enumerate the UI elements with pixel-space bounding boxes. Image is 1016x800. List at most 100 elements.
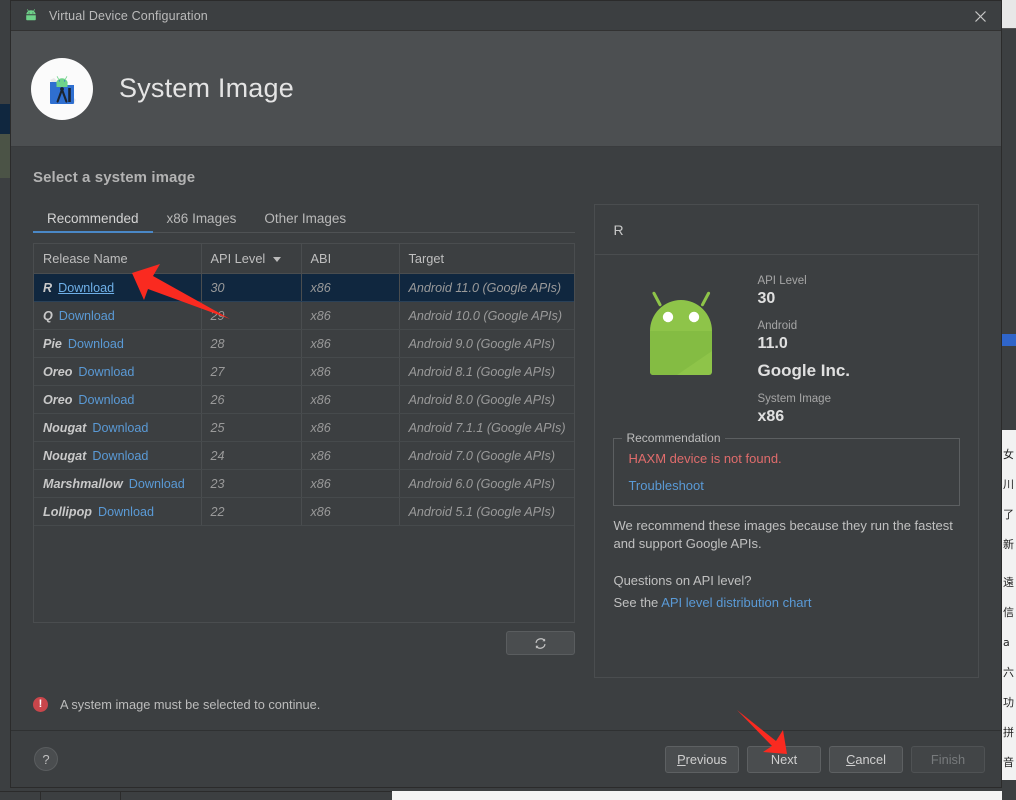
- spec-value-android: 11.0: [757, 335, 788, 352]
- details-heading: R: [595, 205, 978, 255]
- bg-strip: [0, 104, 10, 134]
- see-the-prefix: See the: [613, 595, 662, 610]
- spec-value-system-image: x86: [757, 408, 785, 425]
- dialog-header: System Image: [11, 31, 1001, 147]
- column-header-target[interactable]: Target: [399, 244, 575, 274]
- bg-cell-divider: [40, 791, 42, 800]
- cell-abi: x86: [301, 357, 400, 386]
- cancel-button[interactable]: Cancel: [829, 745, 903, 773]
- image-tabs: Recommended x86 Images Other Images: [33, 204, 576, 233]
- image-details-column: R API Level 30 Android 11.0 Google Inc. …: [594, 204, 979, 678]
- cell-target: Android 7.0 (Google APIs): [399, 441, 575, 470]
- cell-abi: x86: [301, 329, 400, 358]
- previous-mnemonic: P: [677, 751, 686, 767]
- previous-button[interactable]: Previous: [665, 745, 739, 773]
- download-link-row-5[interactable]: Download: [78, 393, 134, 407]
- bg-strip: [0, 134, 10, 178]
- finish-label: Finish: [930, 751, 966, 767]
- download-link-row-6[interactable]: Download: [92, 421, 148, 435]
- column-header-abi[interactable]: ABI: [301, 244, 400, 274]
- download-link-row-1[interactable]: Download: [58, 281, 114, 295]
- cell-release-name: Pie Download: [34, 329, 202, 358]
- download-link-row-2[interactable]: Download: [59, 309, 115, 323]
- cell-release-name: Oreo Download: [34, 357, 202, 386]
- bg-cell-divider: [120, 791, 122, 800]
- download-link-row-4[interactable]: Download: [78, 365, 134, 379]
- table-row[interactable]: Oreo Download 26 x86 Android 8.0 (Google …: [34, 385, 575, 414]
- spec-label-android: Android: [757, 320, 798, 332]
- tab-x86-images[interactable]: x86 Images: [153, 211, 251, 232]
- cancel-mnemonic: C: [846, 751, 856, 767]
- system-image-table[interactable]: Release Name API Level ABI Target R Down…: [33, 243, 576, 623]
- download-link-row-7[interactable]: Download: [92, 449, 148, 463]
- bg-strip: [0, 0, 10, 70]
- help-button[interactable]: ?: [34, 747, 58, 771]
- background-bottom-dark: [0, 791, 392, 800]
- cell-target: Android 9.0 (Google APIs): [399, 329, 575, 358]
- close-icon[interactable]: [969, 5, 991, 27]
- column-header-api-level-label: API Level: [210, 251, 266, 266]
- download-link-row-9[interactable]: Download: [98, 505, 154, 519]
- table-row[interactable]: R Download 30 x86 Android 11.0 (Google AP…: [34, 273, 575, 302]
- table-row[interactable]: Nougat Download 25 x86 Android 7.1.1 (Goo…: [34, 413, 575, 442]
- release-name-label: Nougat: [43, 420, 87, 435]
- background-bottom-doc: [392, 791, 1002, 800]
- release-name-label: Q: [43, 308, 53, 323]
- table-row[interactable]: Marshmallow Download 23 x86 Android 6.0 (…: [34, 469, 575, 498]
- cancel-label: ancel: [855, 751, 886, 767]
- content-area: Recommended x86 Images Other Images Rele…: [33, 204, 979, 678]
- cell-release-name: Marshmallow Download: [34, 469, 202, 498]
- cell-api-level: 26: [201, 385, 302, 414]
- tab-other-images[interactable]: Other Images: [250, 211, 360, 232]
- cell-release-name: Lollipop Download: [34, 497, 202, 526]
- table-row[interactable]: Pie Download 28 x86 Android 9.0 (Google A…: [34, 329, 575, 358]
- download-link-row-8[interactable]: Download: [129, 477, 185, 491]
- release-name-label: Oreo: [43, 364, 73, 379]
- table-row[interactable]: Nougat Download 24 x86 Android 7.0 (Googl…: [34, 441, 575, 470]
- troubleshoot-link[interactable]: Troubleshoot: [628, 478, 945, 493]
- download-link-row-3[interactable]: Download: [68, 337, 124, 351]
- next-button[interactable]: Next: [747, 745, 821, 773]
- spec-label-system-image: System Image: [757, 393, 831, 405]
- table-row[interactable]: Oreo Download 27 x86 Android 8.1 (Google …: [34, 357, 575, 386]
- chevron-down-icon: [273, 257, 282, 263]
- release-name-label: Pie: [43, 336, 62, 351]
- cell-api-level: 28: [201, 329, 302, 358]
- cell-target: Android 5.1 (Google APIs): [399, 497, 575, 526]
- dialog-titlebar: Virtual Device Configuration: [11, 1, 1001, 31]
- cell-abi: x86: [301, 273, 400, 302]
- cell-abi: x86: [301, 413, 400, 442]
- cell-target: Android 7.1.1 (Google APIs): [399, 413, 575, 442]
- table-row[interactable]: Lollipop Download 22 x86 Android 5.1 (Goo…: [34, 497, 575, 526]
- api-level-distribution-chart-link[interactable]: API level distribution chart: [661, 595, 811, 610]
- error-icon: !: [33, 696, 48, 712]
- cell-target: Android 11.0 (Google APIs): [399, 273, 575, 302]
- android-studio-logo: [31, 57, 93, 120]
- android-icon: [23, 8, 39, 24]
- cell-release-name: Nougat Download: [34, 441, 202, 470]
- column-header-api-level[interactable]: API Level: [201, 244, 302, 274]
- background-ide-right: 女 川 了 新 遠 信 a 六 功 拼 音: [1002, 0, 1016, 800]
- cell-abi: x86: [301, 385, 400, 414]
- bg-doc-strip: 女 川 了 新 遠 信 a 六 功 拼 音: [1002, 430, 1016, 780]
- refresh-button[interactable]: [506, 631, 576, 655]
- cell-release-name: Q Download: [34, 301, 202, 330]
- haxm-error-text: HAXM device is not found.: [628, 451, 782, 466]
- cell-abi: x86: [301, 497, 400, 526]
- tab-recommended[interactable]: Recommended: [33, 211, 153, 233]
- cell-release-name: Nougat Download: [34, 413, 202, 442]
- column-header-release-name[interactable]: Release Name: [34, 244, 202, 274]
- cell-api-level: 25: [201, 413, 302, 442]
- page-title: System Image: [119, 73, 294, 103]
- cell-api-level: 29: [201, 301, 302, 330]
- table-row[interactable]: Q Download 29 x86 Android 10.0 (Google AP…: [34, 301, 575, 330]
- api-level-chart-line: See the API level distribution chart: [613, 595, 960, 610]
- details-body: API Level 30 Android 11.0 Google Inc. Sy…: [595, 255, 978, 677]
- release-name-label: Lollipop: [43, 504, 92, 519]
- virtual-device-configuration-dialog: Virtual Device Configuration System Imag…: [10, 0, 1002, 788]
- section-title: Select a system image: [33, 169, 196, 186]
- cell-abi: x86: [301, 469, 400, 498]
- cell-target: Android 6.0 (Google APIs): [399, 469, 575, 498]
- release-name-label: Marshmallow: [43, 476, 123, 491]
- cell-release-name: Oreo Download: [34, 385, 202, 414]
